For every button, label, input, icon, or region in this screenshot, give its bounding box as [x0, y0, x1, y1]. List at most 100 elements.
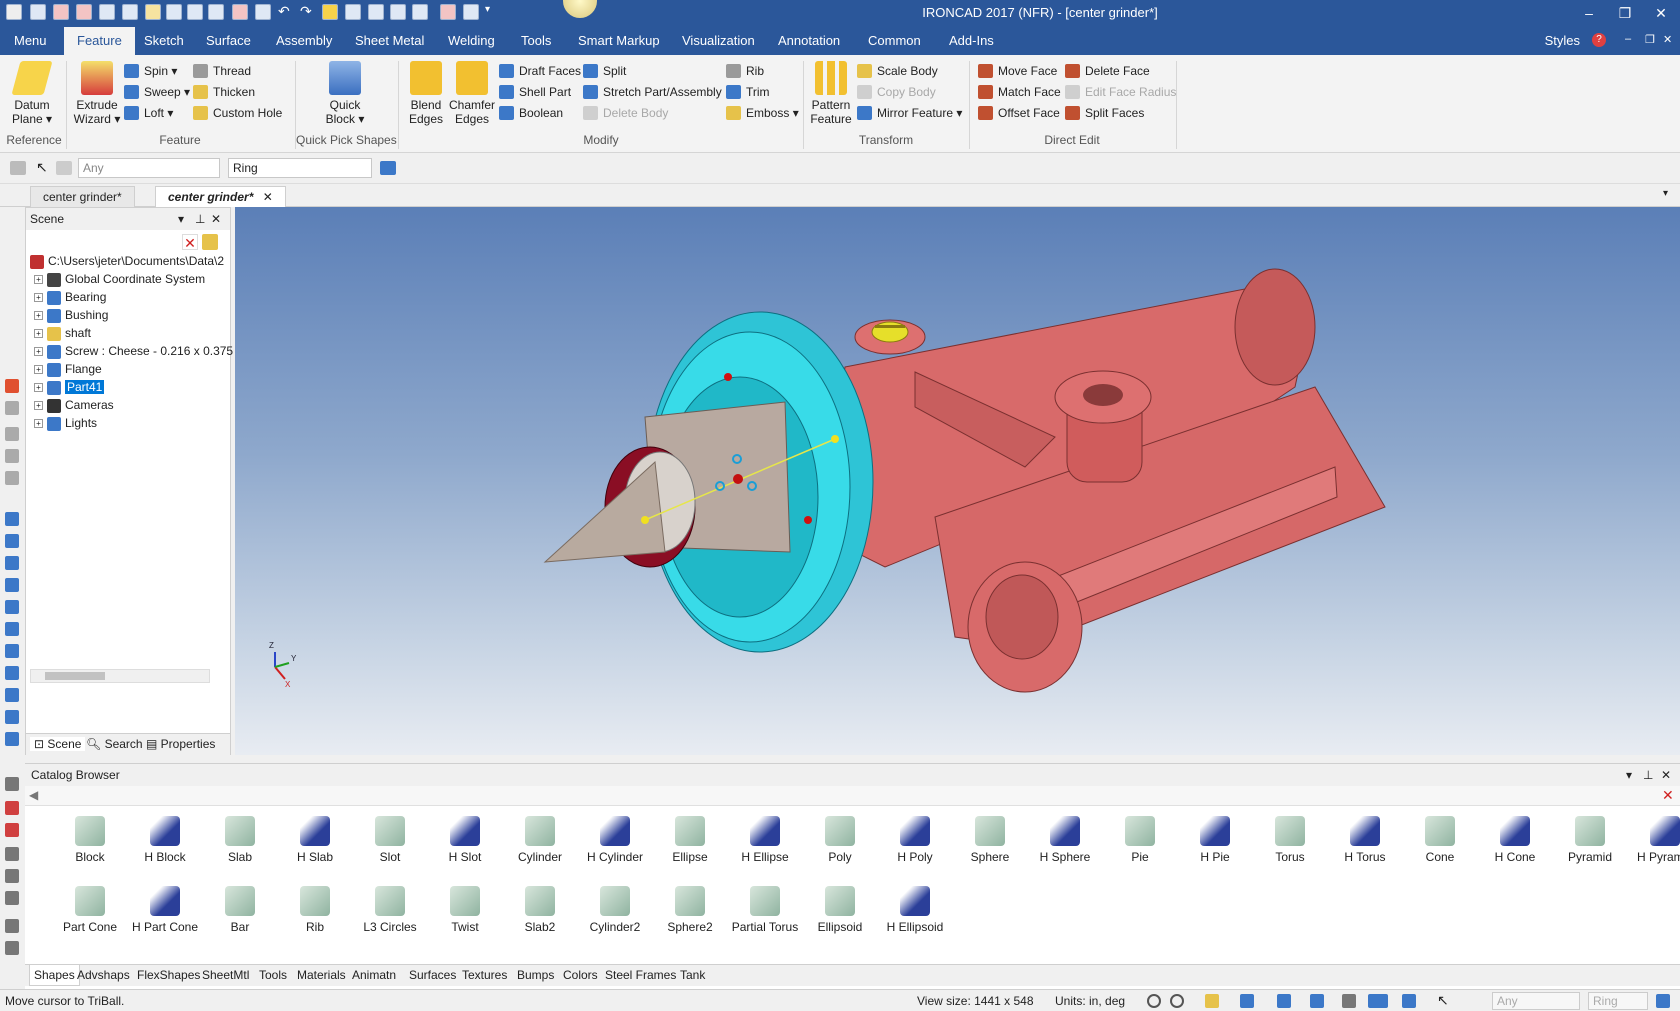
- tabs-dropdown-icon[interactable]: ▾: [1663, 188, 1668, 199]
- split-faces-button[interactable]: Split Faces: [1065, 103, 1144, 123]
- view-icon[interactable]: [5, 534, 19, 548]
- tab-welding[interactable]: Welding: [440, 27, 503, 55]
- status-filter-select[interactable]: Any: [1492, 992, 1580, 1010]
- catalog-shape-item[interactable]: Bar: [205, 886, 275, 934]
- options-icon[interactable]: [463, 4, 479, 20]
- render-icon[interactable]: [322, 4, 338, 20]
- tree-item[interactable]: + shaft: [34, 324, 91, 342]
- catalog-shape-item[interactable]: H Cylinder: [580, 816, 650, 864]
- back-arrow-icon[interactable]: ◀: [29, 788, 38, 802]
- catalog-shape-item[interactable]: Rib: [280, 886, 350, 934]
- restore-button[interactable]: ❐: [1608, 0, 1642, 26]
- expand-icon[interactable]: +: [34, 293, 43, 303]
- tree-item[interactable]: + Screw : Cheese - 0.216 x 0.375: [34, 342, 233, 360]
- pin-icon[interactable]: ⊥: [1643, 764, 1653, 786]
- catalog-shape-item[interactable]: Twist: [430, 886, 500, 934]
- catalog-shape-item[interactable]: Ellipsoid: [805, 886, 875, 934]
- panel-dropdown-icon[interactable]: ▾: [1626, 764, 1632, 786]
- catalog-tab-flexshapes[interactable]: FlexShapes: [137, 968, 200, 982]
- sweep-button[interactable]: Sweep ▾: [124, 82, 190, 102]
- catalog-tab-tank[interactable]: Tank: [680, 968, 705, 982]
- view-icon[interactable]: [5, 732, 19, 746]
- view-icon[interactable]: [5, 578, 19, 592]
- select-part-icon[interactable]: [10, 161, 26, 175]
- view-orient-icon[interactable]: [1240, 994, 1254, 1008]
- view-icon[interactable]: [5, 666, 19, 680]
- catalog-tab-sheetmtl[interactable]: SheetMtl: [202, 968, 249, 982]
- catalog-shape-item[interactable]: Ellipse: [655, 816, 725, 864]
- tool-icon[interactable]: [5, 427, 19, 441]
- redo-icon[interactable]: ↷: [300, 3, 312, 20]
- doc-tab[interactable]: center grinder*: [30, 186, 135, 207]
- selection-filter-select[interactable]: Any: [78, 158, 220, 178]
- tab-sketch[interactable]: Sketch: [136, 27, 192, 55]
- expand-icon[interactable]: +: [34, 329, 43, 339]
- catalog-shape-item[interactable]: Sphere: [955, 816, 1025, 864]
- delete-body-button[interactable]: Delete Body: [583, 103, 668, 123]
- tree-item[interactable]: + Lights: [34, 414, 97, 432]
- close-button[interactable]: ✕: [1644, 0, 1678, 26]
- tool-icon[interactable]: [5, 449, 19, 463]
- catalog-tab-tools[interactable]: Tools: [259, 968, 287, 982]
- catalog-shape-item[interactable]: Slot: [355, 816, 425, 864]
- delete-face-button[interactable]: Delete Face: [1065, 61, 1150, 81]
- expand-icon[interactable]: +: [34, 365, 43, 375]
- print-icon[interactable]: [166, 4, 182, 20]
- pointer-icon[interactable]: ↖: [36, 159, 48, 176]
- scale-body-button[interactable]: Scale Body: [857, 61, 938, 81]
- display-mode-icon[interactable]: [1368, 994, 1388, 1008]
- ribbon-minimize-icon[interactable]: –: [1625, 33, 1631, 45]
- tab-annotation[interactable]: Annotation: [770, 27, 848, 55]
- catalog-shape-item[interactable]: Block: [55, 816, 125, 864]
- layers-icon[interactable]: [412, 4, 428, 20]
- load-icon[interactable]: [255, 4, 271, 20]
- catalog-tab-bumps[interactable]: Bumps: [517, 968, 554, 982]
- import-icon[interactable]: [208, 4, 224, 20]
- tab-menu[interactable]: Menu: [6, 27, 55, 55]
- view-icon[interactable]: [5, 644, 19, 658]
- catalog-tab-materials[interactable]: Materials: [297, 968, 346, 982]
- model-canvas[interactable]: Z Y X: [235, 207, 1680, 755]
- status-ring-select[interactable]: Ring: [1588, 992, 1648, 1010]
- catalog-shape-item[interactable]: Torus: [1255, 816, 1325, 864]
- ruler-icon[interactable]: [5, 941, 19, 955]
- catalog-shape-item[interactable]: H Part Cone: [130, 886, 200, 934]
- ring-select[interactable]: Ring: [228, 158, 372, 178]
- catalog-shape-item[interactable]: H Cone: [1480, 816, 1550, 864]
- tab-surface[interactable]: Surface: [198, 27, 259, 55]
- catalog-shape-item[interactable]: Poly: [805, 816, 875, 864]
- close-tab-icon[interactable]: ✕: [263, 190, 273, 204]
- export-icon[interactable]: [187, 4, 203, 20]
- datum-plane-button[interactable]: Datum Plane ▾: [10, 61, 54, 126]
- catalog-shape-item[interactable]: Pyramid: [1555, 816, 1625, 864]
- section-icon[interactable]: [1402, 994, 1416, 1008]
- move-face-button[interactable]: Move Face: [978, 61, 1057, 81]
- catalog-shape-item[interactable]: H Slot: [430, 816, 500, 864]
- tree-item[interactable]: + Bearing: [34, 288, 106, 306]
- horizontal-scrollbar[interactable]: [30, 669, 210, 683]
- copy-body-button[interactable]: Copy Body: [857, 82, 936, 102]
- close-doc-icon[interactable]: [76, 4, 92, 20]
- pointer-icon[interactable]: ↖: [1437, 992, 1449, 1009]
- edit-face-radius-button[interactable]: Edit Face Radius: [1065, 82, 1176, 102]
- zoom-fit-icon[interactable]: [1170, 994, 1184, 1008]
- camera-icon[interactable]: [5, 823, 19, 837]
- expand-icon[interactable]: +: [34, 275, 43, 285]
- orbit-icon[interactable]: [1342, 994, 1356, 1008]
- view-icon[interactable]: [5, 688, 19, 702]
- custom-hole-button[interactable]: Custom Hole: [193, 103, 282, 123]
- catalog-shape-item[interactable]: H Slab: [280, 816, 350, 864]
- tab-smart-markup[interactable]: Smart Markup: [570, 27, 668, 55]
- catalog-shape-item[interactable]: Cylinder: [505, 816, 575, 864]
- unload-icon[interactable]: [232, 4, 248, 20]
- sketch-icon[interactable]: [5, 919, 19, 933]
- expand-icon[interactable]: +: [34, 383, 43, 393]
- scrollbar-thumb[interactable]: [45, 672, 105, 680]
- measure-icon[interactable]: [5, 777, 19, 791]
- shell-part-button[interactable]: Shell Part: [499, 82, 571, 102]
- render-icon[interactable]: [5, 801, 19, 815]
- catalog-shape-item[interactable]: Cylinder2: [580, 886, 650, 934]
- expand-icon[interactable]: +: [34, 347, 43, 357]
- tab-visualization[interactable]: Visualization: [674, 27, 763, 55]
- angle-icon[interactable]: [5, 847, 19, 861]
